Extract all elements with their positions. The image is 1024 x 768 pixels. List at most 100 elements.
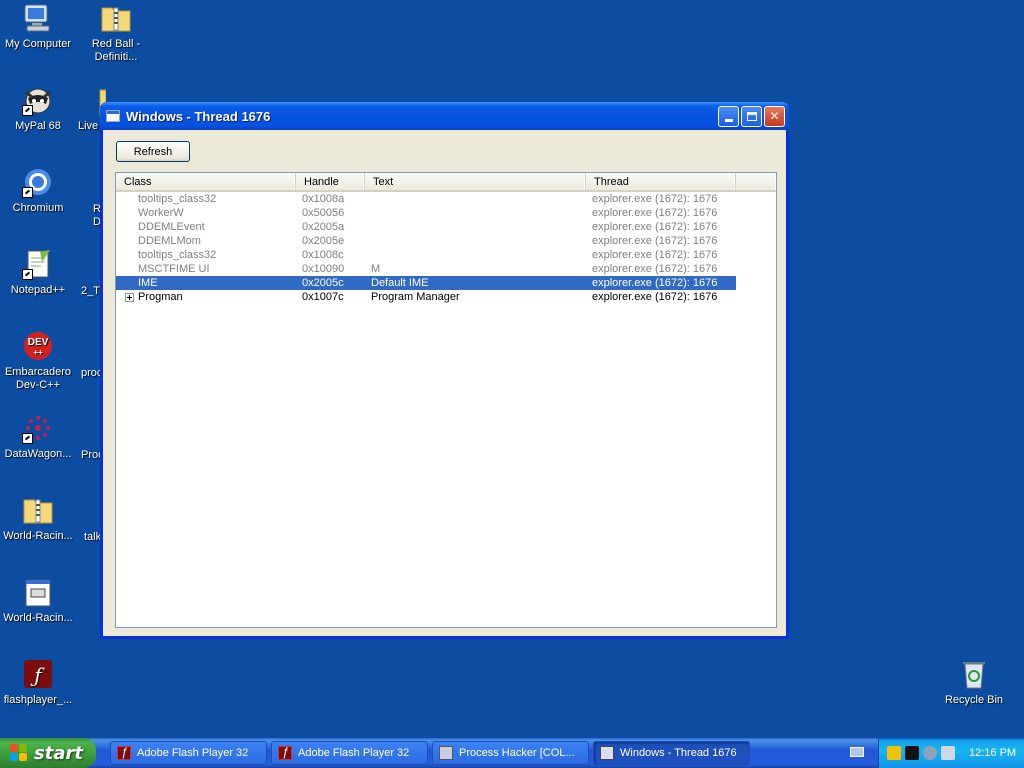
cell-handle: 0x2005c: [302, 277, 344, 289]
cell-class: Progman: [116, 290, 296, 304]
table-row-selected[interactable]: IME 0x2005c Default IME explorer.exe (16…: [116, 276, 736, 290]
taskbar: start Adobe Flash Player 32 Adobe Flash …: [0, 738, 1024, 768]
table-row[interactable]: MSCTFIME UI 0x10090 M explorer.exe (1672…: [116, 262, 776, 276]
minimize-button[interactable]: [718, 105, 739, 127]
window-title: Windows - Thread 1676: [126, 108, 271, 124]
volume-icon[interactable]: [941, 746, 955, 760]
cell-thread: explorer.exe (1672): 1676: [592, 291, 718, 303]
taskbar-button-windows-thread[interactable]: Windows - Thread 1676: [593, 741, 750, 765]
security-shield-icon[interactable]: [887, 746, 901, 760]
table-row[interactable]: DDEMLMom 0x2005e explorer.exe (1672): 16…: [116, 234, 776, 248]
desktop-icon-embarcadero-dev-cpp[interactable]: DEV ++ Embarcadero Dev-C++: [0, 330, 76, 392]
clock[interactable]: 12:16 PM: [969, 747, 1016, 759]
taskbar-button-process-hacker[interactable]: Process Hacker [COL...: [432, 741, 589, 765]
recycle-bin-icon: [958, 658, 990, 690]
desktop-icon-partial-label: 2_T: [81, 285, 100, 297]
cell-text: Program Manager: [371, 291, 460, 303]
window-icon: [600, 746, 614, 760]
taskbar-button-label: Adobe Flash Player 32: [298, 747, 410, 759]
cell-class-text: Progman: [138, 291, 183, 303]
close-icon: ✕: [769, 109, 780, 123]
expand-icon[interactable]: [125, 293, 134, 302]
desktop-icon-notepad-plus-plus[interactable]: Notepad++: [0, 248, 76, 297]
window-titlebar[interactable]: Windows - Thread 1676 ✕: [100, 102, 789, 130]
flash-player-icon: ƒ: [22, 658, 54, 690]
taskbar-button-flash-player-2[interactable]: Adobe Flash Player 32: [271, 741, 428, 765]
desktop-icon-datawagon[interactable]: DataWagon...: [0, 412, 76, 461]
dev-cpp-icon: DEV ++: [22, 330, 54, 362]
process-hacker-icon: [439, 746, 453, 760]
desktop-icon-label: World-Racin...: [3, 612, 73, 624]
application-icon: [22, 576, 54, 608]
desktop-icon-label: Notepad++: [10, 284, 66, 296]
taskbar-button-flash-player-1[interactable]: Adobe Flash Player 32: [110, 741, 267, 765]
console-icon[interactable]: [905, 746, 919, 760]
table-row[interactable]: DDEMLEvent 0x2005a explorer.exe (1672): …: [116, 220, 776, 234]
table-row[interactable]: tooltips_class32 0x1008a explorer.exe (1…: [116, 192, 776, 206]
start-label: start: [34, 742, 83, 764]
cell-class: WorkerW: [138, 207, 184, 219]
desktop-icon-my-computer[interactable]: My Computer: [0, 2, 76, 51]
shortcut-arrow-icon: [22, 269, 33, 280]
network-icon[interactable]: [923, 746, 937, 760]
window-icon: [106, 110, 120, 122]
computer-icon: [22, 2, 54, 34]
desktop-icon-world-racing-zip[interactable]: World-Racin...: [0, 494, 76, 543]
desktop-icon-label: DataWagon...: [4, 448, 72, 460]
desktop-icon-label: Recycle Bin: [944, 694, 1004, 706]
minimize-icon: [724, 118, 733, 122]
desktop-icon-label: World-Racin...: [3, 530, 73, 542]
desktop-icon-label: Chromium: [12, 202, 64, 214]
desktop-icon-label: Red Ball - Definiti...: [91, 38, 141, 63]
table-row[interactable]: tooltips_class32 0x1008c explorer.exe (1…: [116, 248, 776, 262]
cell-class: DDEMLEvent: [138, 221, 205, 233]
desktop-icon-recycle-bin[interactable]: Recycle Bin: [936, 658, 1012, 707]
cell-handle: 0x50056: [302, 207, 345, 219]
cell-class: tooltips_class32: [138, 249, 217, 261]
shortcut-arrow-icon: [22, 187, 33, 198]
cell-thread: explorer.exe (1672): 1676: [592, 235, 718, 247]
cell-handle: 0x1008a: [302, 193, 345, 205]
desktop-icon-label: Embarcadero Dev-C++: [4, 366, 72, 391]
cell-handle: 0x10090: [302, 263, 345, 275]
windows-logo-icon: [10, 744, 28, 762]
keyboard-icon[interactable]: [850, 747, 864, 757]
cell-thread: explorer.exe (1672): 1676: [592, 193, 718, 205]
column-header-thread[interactable]: Thread: [586, 173, 736, 190]
maximize-icon: [746, 111, 757, 121]
cell-thread: explorer.exe (1672): 1676: [592, 249, 718, 261]
threads-window: Windows - Thread 1676 ✕ Refresh Class Ha…: [100, 102, 789, 639]
maximize-button[interactable]: [741, 105, 762, 127]
notepad-plus-plus-icon: [22, 248, 54, 280]
taskbar-button-label: Windows - Thread 1676: [620, 747, 737, 759]
taskbar-button-label: Adobe Flash Player 32: [137, 747, 249, 759]
column-header-class[interactable]: Class: [116, 173, 296, 190]
cell-handle: 0x2005a: [302, 221, 345, 233]
desktop-icon-flashplayer[interactable]: ƒ flashplayer_...: [0, 658, 76, 707]
start-button[interactable]: start: [0, 738, 96, 768]
cell-thread: explorer.exe (1672): 1676: [592, 277, 718, 289]
desktop-icon-chromium[interactable]: Chromium: [0, 166, 76, 215]
table-row[interactable]: Progman 0x1007c Program Manager explorer…: [116, 290, 776, 304]
desktop-icon-world-racing-exe[interactable]: World-Racin...: [0, 576, 76, 625]
dev-icon-text: DEV: [28, 337, 49, 348]
close-button[interactable]: ✕: [764, 105, 785, 127]
cell-text: [365, 234, 586, 248]
system-tray: 12:16 PM: [878, 738, 1024, 768]
desktop-icon-label: My Computer: [4, 38, 72, 50]
cell-text: [365, 206, 586, 220]
column-header-handle[interactable]: Handle: [296, 173, 365, 190]
datawagon-icon: [22, 412, 54, 444]
shortcut-arrow-icon: [22, 433, 33, 444]
column-header-text[interactable]: Text: [365, 173, 586, 190]
desktop-icon-red-ball[interactable]: Red Ball - Definiti...: [78, 2, 154, 64]
desktop-icon-mypal[interactable]: MyPal 68: [0, 84, 76, 133]
refresh-button[interactable]: Refresh: [116, 141, 190, 162]
cell-class: tooltips_class32: [138, 193, 217, 205]
table-row[interactable]: WorkerW 0x50056 explorer.exe (1672): 167…: [116, 206, 776, 220]
desktop-icon-label: Live: [78, 120, 99, 132]
windows-list[interactable]: Class Handle Text Thread tooltips_class3…: [115, 172, 777, 628]
cell-handle: 0x2005e: [302, 235, 345, 247]
cell-thread: explorer.exe (1672): 1676: [592, 207, 718, 219]
window-client-area: Refresh Class Handle Text Thread tooltip…: [103, 130, 786, 636]
